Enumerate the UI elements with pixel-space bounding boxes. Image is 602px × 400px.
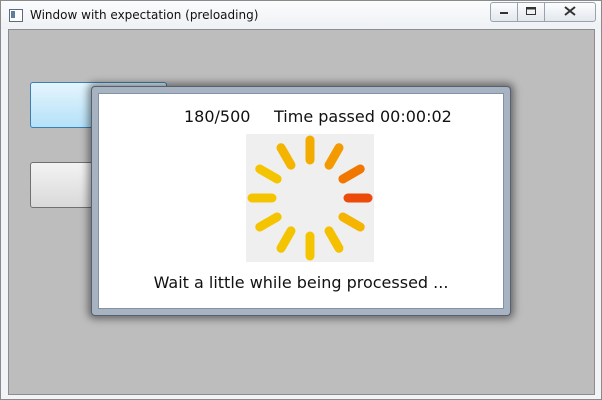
- minimize-icon: [500, 12, 508, 14]
- caption-buttons: [490, 2, 596, 22]
- loading-spinner-icon: [246, 134, 374, 262]
- app-window: Window with expectation (preloading) S C…: [0, 0, 602, 400]
- close-icon: [564, 6, 576, 16]
- maximize-button[interactable]: [517, 2, 545, 22]
- elapsed-time: Time passed 00:00:02: [274, 107, 452, 126]
- progress-counter: 180/500: [184, 107, 251, 126]
- window-title: Window with expectation (preloading): [30, 8, 259, 22]
- close-button[interactable]: [544, 2, 596, 22]
- title-bar[interactable]: Window with expectation (preloading): [1, 1, 601, 29]
- loading-message: Wait a little while being processed ...: [153, 273, 449, 292]
- loading-dialog: 180/500 Time passed 00:00:02 Wait a litt…: [91, 86, 511, 316]
- maximize-icon: [526, 7, 536, 15]
- app-window-icon: [9, 9, 23, 22]
- loading-dialog-content: 180/500 Time passed 00:00:02 Wait a litt…: [98, 93, 504, 309]
- minimize-button[interactable]: [490, 2, 518, 22]
